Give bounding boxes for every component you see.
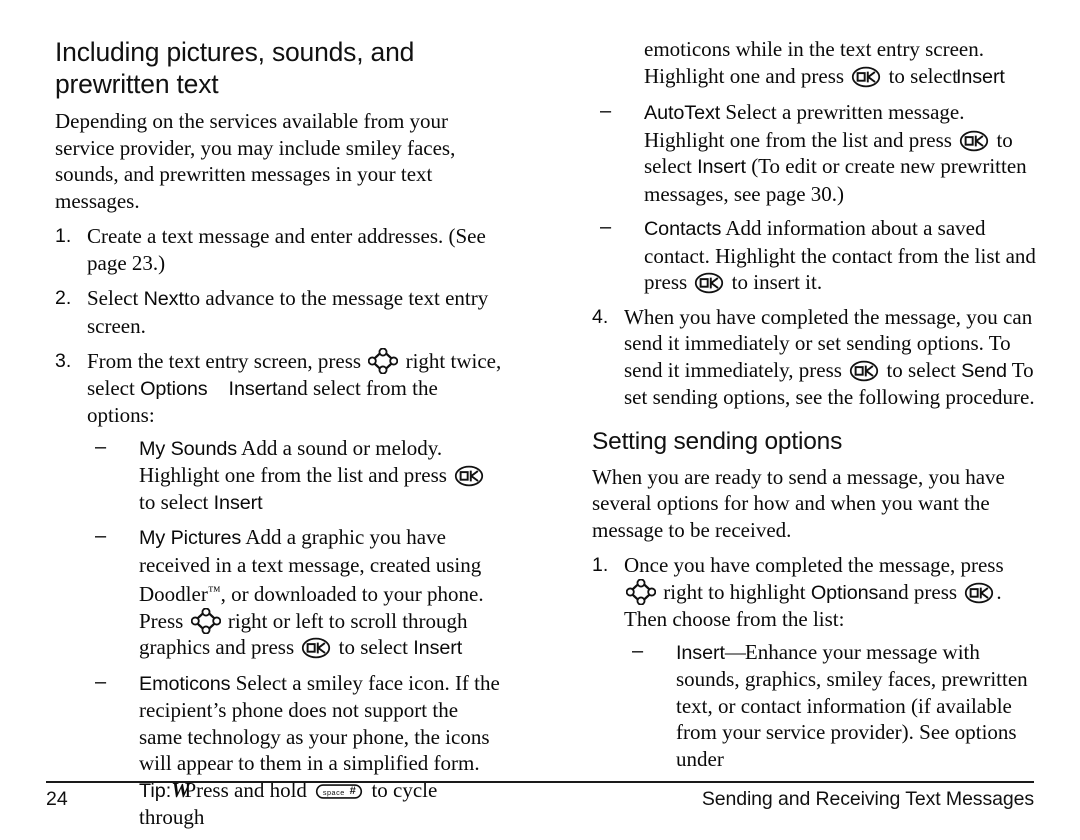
ui-term-autotext: AutoText [644, 102, 721, 124]
ui-term-emoticons: Emoticons [139, 672, 231, 695]
nav-key-icon [625, 578, 657, 605]
step-number: 2. [55, 287, 72, 309]
procedure-list-sending: 1. Once you have completed the message, … [592, 552, 1042, 772]
list-item: 2. Select Nextto advance to the message … [55, 285, 505, 339]
page-title: Including pictures, sounds, and prewritt… [55, 37, 415, 99]
dash-bullet: – [95, 670, 107, 693]
ok-key-icon [851, 66, 881, 88]
ui-term-insert: Insert [413, 637, 463, 659]
continuation-paragraph: emoticons while in the text entry screen… [644, 36, 1042, 90]
option-text-cont: to insert it. [726, 270, 823, 294]
list-item: 1. Once you have completed the message, … [592, 552, 1042, 772]
right-column: emoticons while in the text entry screen… [592, 36, 1042, 781]
dash-bullet: – [95, 435, 107, 458]
step-text: From the text entry screen, press [87, 349, 367, 373]
list-item: – AutoText Select a prewritten message. … [592, 99, 1042, 207]
ok-key-icon [454, 465, 484, 487]
step-text-cont-2: and press [878, 579, 963, 604]
nav-key-icon [190, 607, 221, 634]
em-dash: — [724, 639, 746, 664]
procedure-list-step4: 4. When you have completed the message, … [592, 304, 1042, 411]
ui-term-my-sounds: My Sounds [139, 437, 238, 460]
dash-bullet: – [95, 525, 107, 547]
ok-key-icon [694, 272, 724, 294]
step-text: Create a text message and enter addresse… [87, 224, 486, 275]
option-text-cont-3: to select [333, 635, 414, 659]
list-item: 1. Create a text message and enter addre… [55, 223, 505, 276]
ui-term-insert: Insert [676, 641, 725, 664]
ui-term-my-pictures: My Pictures [139, 527, 242, 549]
step-text-cont: to select [881, 357, 962, 382]
list-item: 4. When you have completed the message, … [592, 304, 1042, 411]
options-sublist-right: – AutoText Select a prewritten message. … [592, 99, 1042, 296]
step-text: Select [87, 286, 144, 310]
list-item: – Contacts Add information about a saved… [592, 215, 1042, 296]
ui-term-insert: Insert [697, 156, 746, 178]
option-text-cont: to select [139, 489, 214, 514]
footer-chapter-title: Sending and Receiving Text Messages [701, 788, 1034, 810]
step-number: 1. [592, 554, 609, 576]
step-text: Once you have completed the message, pre… [624, 553, 1004, 577]
ui-term-send: Send [961, 359, 1007, 382]
left-column: Including pictures, sounds, and prewritt… [55, 36, 505, 840]
list-item: – Insert—Enhance your message with sound… [624, 639, 1042, 773]
options-sublist: – My Sounds Add a sound or melody. Highl… [87, 435, 505, 831]
ui-term-options: Options [140, 377, 208, 400]
list-item: 3. From the text entry screen, press rig… [55, 347, 505, 831]
nav-key-icon [368, 347, 399, 375]
ok-key-icon [849, 360, 879, 382]
ui-term-next: Next [143, 288, 184, 310]
procedure-list: 1. Create a text message and enter addre… [55, 223, 505, 831]
step-number: 4. [592, 305, 609, 328]
ui-term-insert: Insert [213, 491, 263, 514]
ok-key-icon [959, 130, 989, 152]
page-footer: 24 Sending and Receiving Text Messages [46, 781, 1034, 811]
manual-page: Including pictures, sounds, and prewritt… [0, 0, 1080, 839]
step-number: 3. [55, 350, 72, 372]
intro-paragraph: Depending on the services available from… [55, 109, 456, 213]
step-number: 1. [55, 225, 72, 247]
subsection-title: Setting sending options [592, 427, 843, 455]
dash-bullet: – [600, 100, 612, 122]
continuation-text-cont: to select [883, 63, 958, 88]
ui-term-contacts: Contacts [644, 218, 722, 240]
dash-bullet: – [600, 216, 612, 238]
ui-term-insert: Insert [955, 65, 1005, 88]
list-item: – My Sounds Add a sound or melody. Highl… [87, 435, 505, 517]
ok-key-icon [301, 637, 331, 659]
subsection-intro: When you are ready to send a message, yo… [592, 464, 1005, 542]
step-text-cont: right to highlight [658, 579, 811, 604]
dash-bullet: – [632, 639, 644, 662]
ui-term-options: Options [810, 581, 879, 604]
sending-options-sublist: – Insert—Enhance your message with sound… [624, 639, 1042, 773]
ui-term-insert: Insert [228, 377, 278, 400]
page-number: 24 [46, 788, 68, 810]
list-item: – My Pictures Add a graphic you have rec… [87, 524, 505, 662]
ok-key-icon [964, 582, 994, 604]
trademark-symbol: ™ [207, 583, 221, 598]
term-gap [208, 376, 229, 400]
